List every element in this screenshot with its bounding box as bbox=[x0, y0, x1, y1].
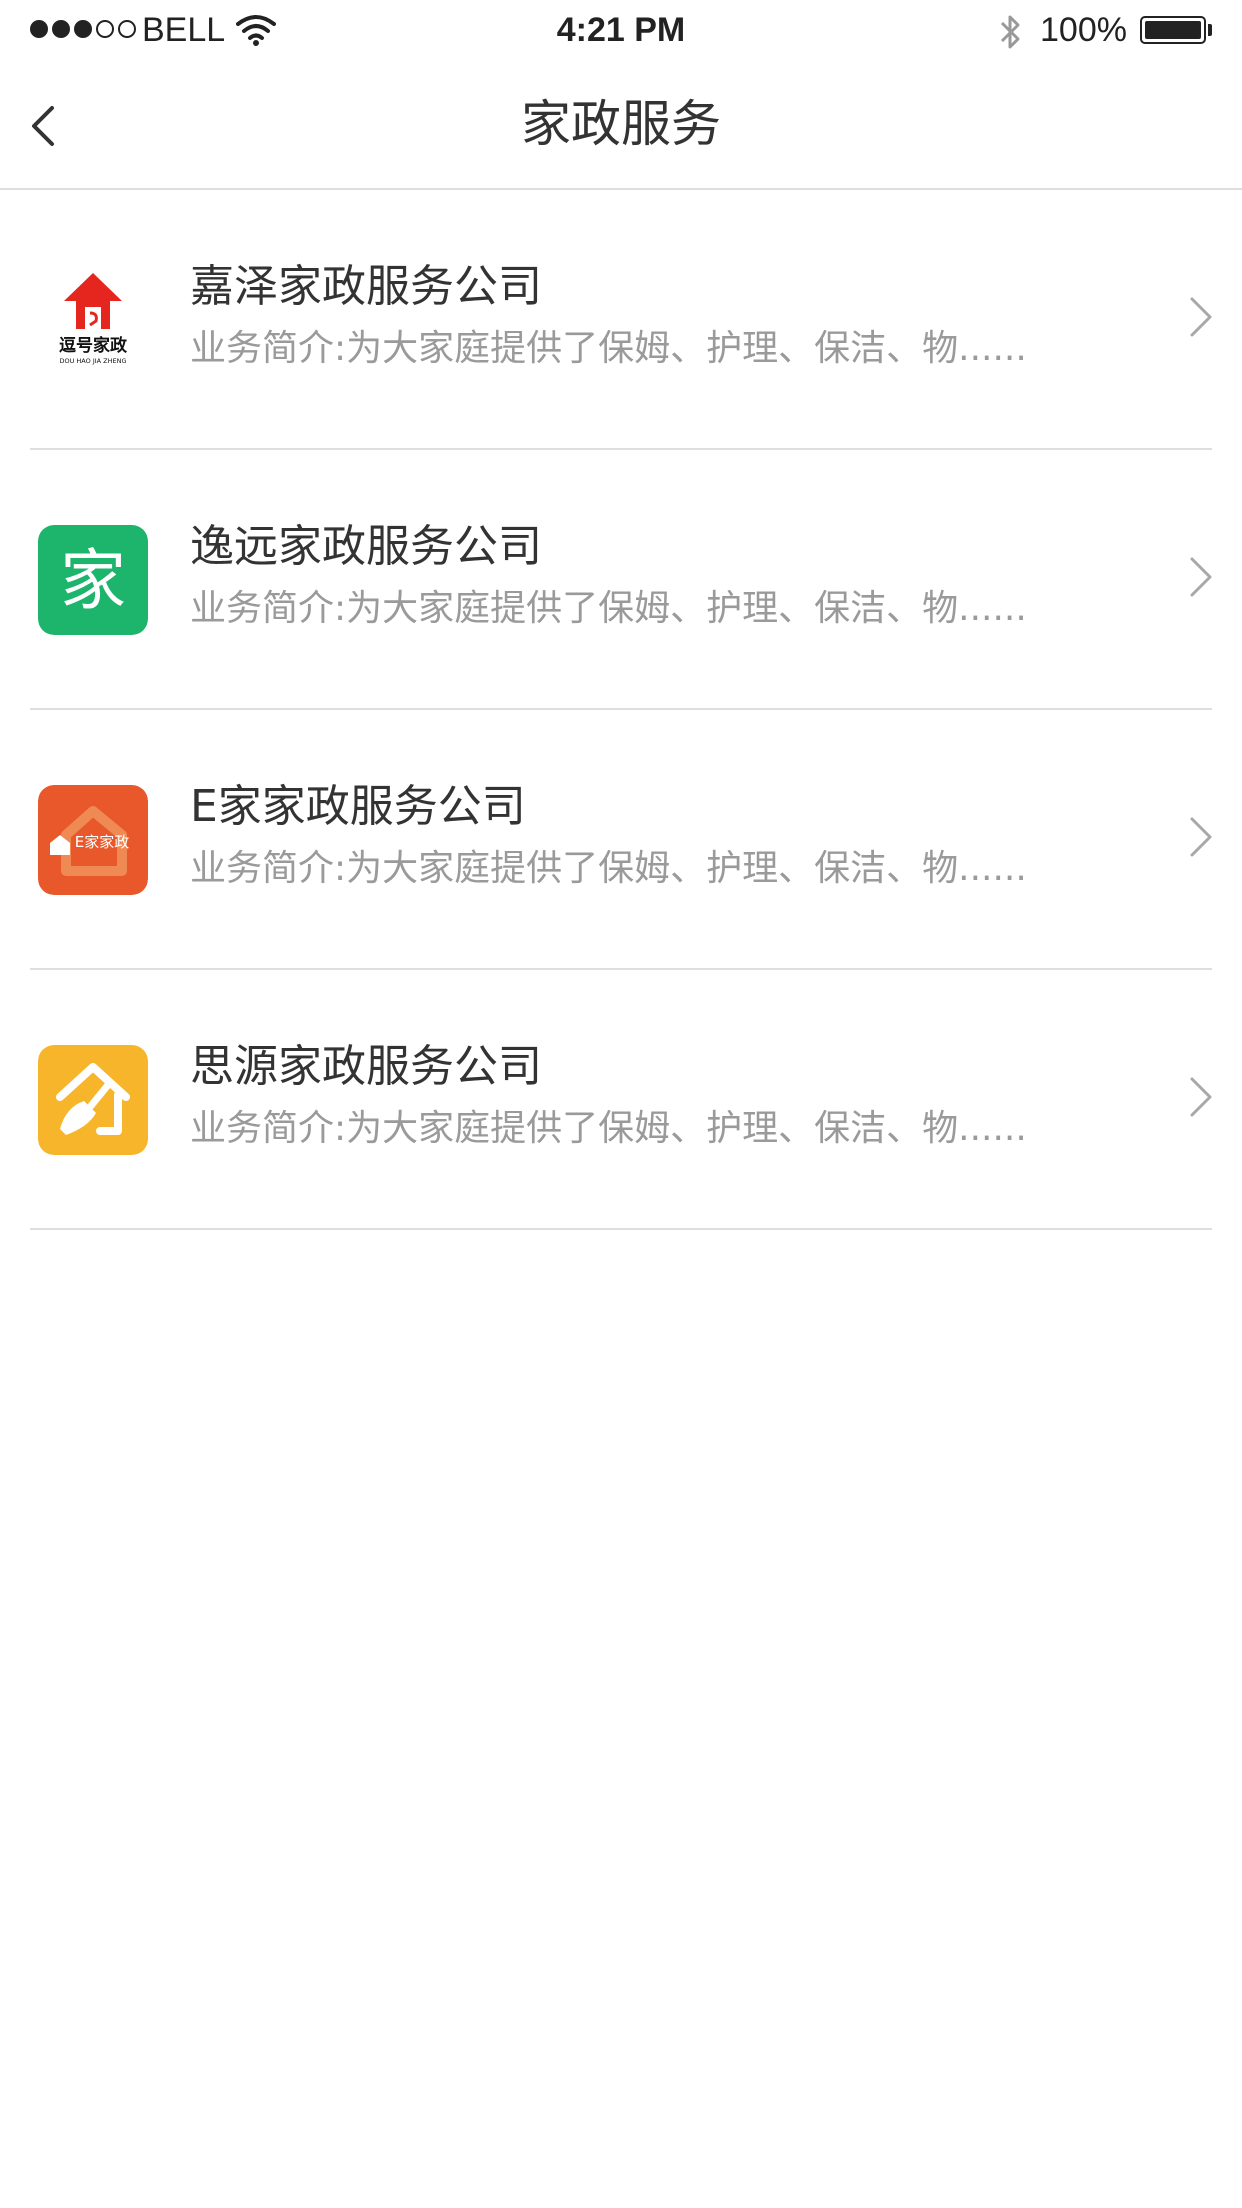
logo-text: 逗号家政 bbox=[59, 335, 128, 356]
company-name: E家家政服务公司 bbox=[190, 781, 526, 832]
house-broom-logo-icon bbox=[38, 1045, 148, 1155]
list-item-company-3[interactable]: 思源家政服务公司 业务简介:为大家庭提供了保姆、护理、保洁、物...... bbox=[0, 970, 1242, 1230]
logo-text: E家家政 bbox=[75, 833, 129, 851]
logo-subtext: DOU HAO JIA ZHENG bbox=[59, 357, 126, 365]
company-description: 业务简介:为大家庭提供了保姆、护理、保洁、物...... bbox=[190, 848, 1027, 889]
company-description: 业务简介:为大家庭提供了保姆、护理、保洁、物...... bbox=[190, 588, 1027, 629]
e-home-logo-icon: E家家政 bbox=[38, 785, 148, 895]
list-item-company-2[interactable]: E家家政 E家家政服务公司 业务简介:为大家庭提供了保姆、护理、保洁、物....… bbox=[0, 710, 1242, 970]
bluetooth-icon bbox=[1000, 15, 1020, 49]
battery-icon bbox=[1140, 16, 1206, 44]
company-name: 逸远家政服务公司 bbox=[190, 521, 542, 572]
company-list: 逗号家政 DOU HAO JIA ZHENG 嘉泽家政服务公司 业务简介:为大家… bbox=[0, 190, 1242, 1230]
list-item-company-1[interactable]: 家 逸远家政服务公司 业务简介:为大家庭提供了保姆、护理、保洁、物...... bbox=[0, 450, 1242, 710]
battery-percent: 100% bbox=[1040, 11, 1127, 49]
company-description: 业务简介:为大家庭提供了保姆、护理、保洁、物...... bbox=[190, 328, 1027, 369]
company-name: 嘉泽家政服务公司 bbox=[190, 261, 542, 312]
chevron-right-icon bbox=[1190, 297, 1212, 337]
list-item-company-0[interactable]: 逗号家政 DOU HAO JIA ZHENG 嘉泽家政服务公司 业务简介:为大家… bbox=[0, 190, 1242, 450]
logo-text: 家 bbox=[60, 542, 126, 619]
page-title: 家政服务 bbox=[521, 95, 721, 153]
navigation-bar: 家政服务 bbox=[0, 60, 1242, 190]
chevron-right-icon bbox=[1190, 1077, 1212, 1117]
company-description: 业务简介:为大家庭提供了保姆、护理、保洁、物...... bbox=[190, 1108, 1027, 1149]
divider bbox=[30, 1228, 1212, 1230]
chevron-right-icon bbox=[1190, 817, 1212, 857]
jia-character-logo-icon: 家 bbox=[38, 525, 148, 635]
battery-tip bbox=[1208, 24, 1212, 36]
house-logo-icon: 逗号家政 DOU HAO JIA ZHENG bbox=[38, 265, 148, 375]
company-name: 思源家政服务公司 bbox=[190, 1041, 542, 1092]
chevron-right-icon bbox=[1190, 557, 1212, 597]
status-bar: BELL 4:21 PM 100% bbox=[0, 0, 1242, 60]
